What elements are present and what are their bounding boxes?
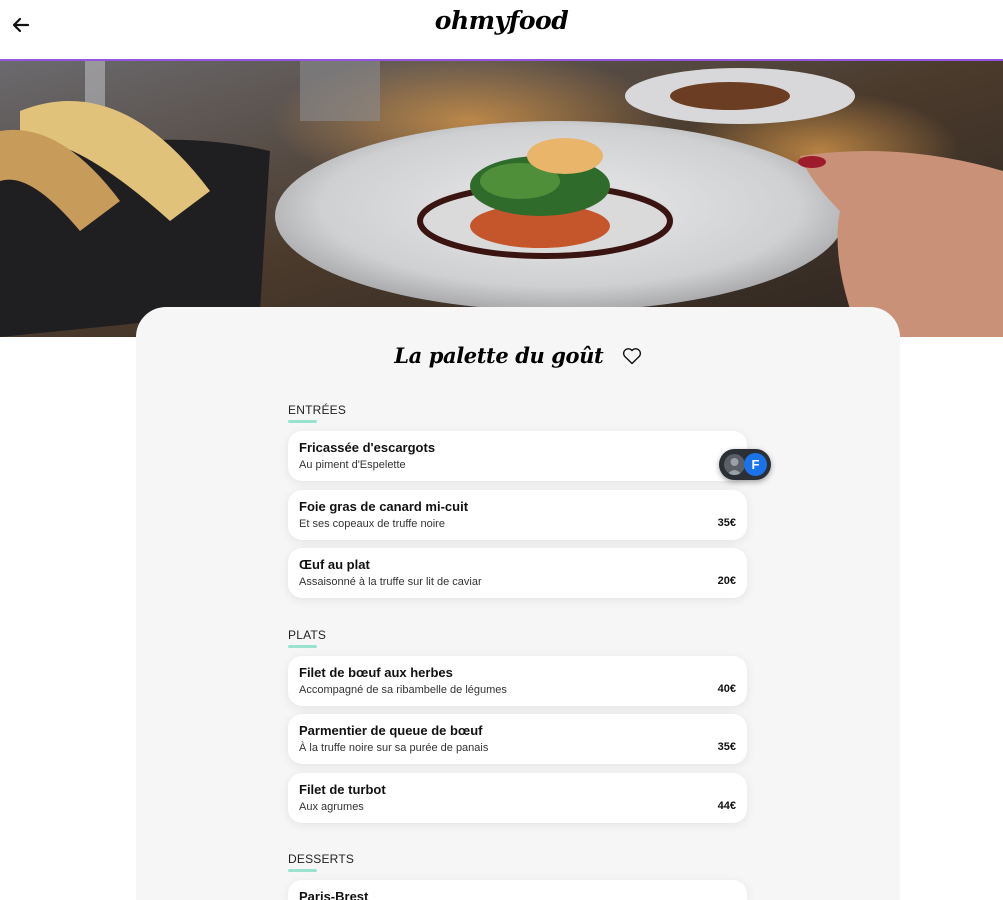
floating-chat-widget[interactable]: F bbox=[719, 449, 771, 480]
dish-price: 44€ bbox=[717, 800, 736, 812]
dish-price: 40€ bbox=[717, 683, 736, 695]
dish-description: Aux agrumes bbox=[299, 801, 364, 813]
profile-initial-badge: F bbox=[744, 453, 767, 476]
section-label-plats: PLATS bbox=[288, 628, 327, 642]
section-underline bbox=[288, 645, 317, 648]
dish-card[interactable]: Fricassée d'escargots Au piment d'Espele… bbox=[288, 431, 747, 481]
dish-name: Paris-Brest bbox=[299, 889, 369, 900]
dish-name: Foie gras de canard mi-cuit bbox=[299, 499, 469, 514]
section-underline bbox=[288, 420, 317, 423]
section-label-desserts: DESSERTS bbox=[288, 852, 355, 866]
dish-name: Œuf au plat bbox=[299, 557, 370, 572]
dish-card[interactable]: Paris-Brest bbox=[288, 880, 747, 900]
dish-name: Parmentier de queue de bœuf bbox=[299, 723, 483, 738]
dish-description: Accompagné de sa ribambelle de légumes bbox=[299, 684, 507, 696]
dish-name: Fricassée d'escargots bbox=[299, 440, 436, 455]
dish-name: Filet de bœuf aux herbes bbox=[299, 665, 453, 680]
dish-card[interactable]: Foie gras de canard mi-cuit Et ses copea… bbox=[288, 490, 747, 540]
dish-card[interactable]: Filet de bœuf aux herbes Accompagné de s… bbox=[288, 656, 747, 706]
dish-price: 20€ bbox=[717, 575, 736, 587]
dish-description: Assaisonné à la truffe sur lit de caviar bbox=[299, 576, 482, 588]
restaurant-name: La palette du goût bbox=[394, 343, 604, 368]
section-label-entrees: ENTRÉES bbox=[288, 403, 347, 417]
dish-description: Et ses copeaux de truffe noire bbox=[299, 518, 445, 530]
dish-card[interactable]: Parmentier de queue de bœuf À la truffe … bbox=[288, 714, 747, 764]
dish-card[interactable]: Filet de turbot Aux agrumes 44€ bbox=[288, 773, 747, 823]
logo[interactable]: ohmyfood bbox=[0, 6, 1003, 35]
dish-price: 35€ bbox=[717, 517, 736, 529]
dish-description: À la truffe noire sur sa purée de panais bbox=[299, 742, 489, 754]
section-underline bbox=[288, 869, 317, 872]
dish-description: Au piment d'Espelette bbox=[299, 459, 406, 471]
restaurant-title-row: La palette du goût bbox=[136, 343, 900, 368]
heart-outline-icon[interactable] bbox=[622, 347, 642, 365]
avatar bbox=[724, 454, 745, 475]
dish-name: Filet de turbot bbox=[299, 782, 386, 797]
dish-price: 35€ bbox=[717, 741, 736, 753]
top-bar: ohmyfood bbox=[0, 0, 1003, 59]
dish-card[interactable]: Œuf au plat Assaisonné à la truffe sur l… bbox=[288, 548, 747, 598]
hero-image bbox=[0, 61, 1003, 337]
